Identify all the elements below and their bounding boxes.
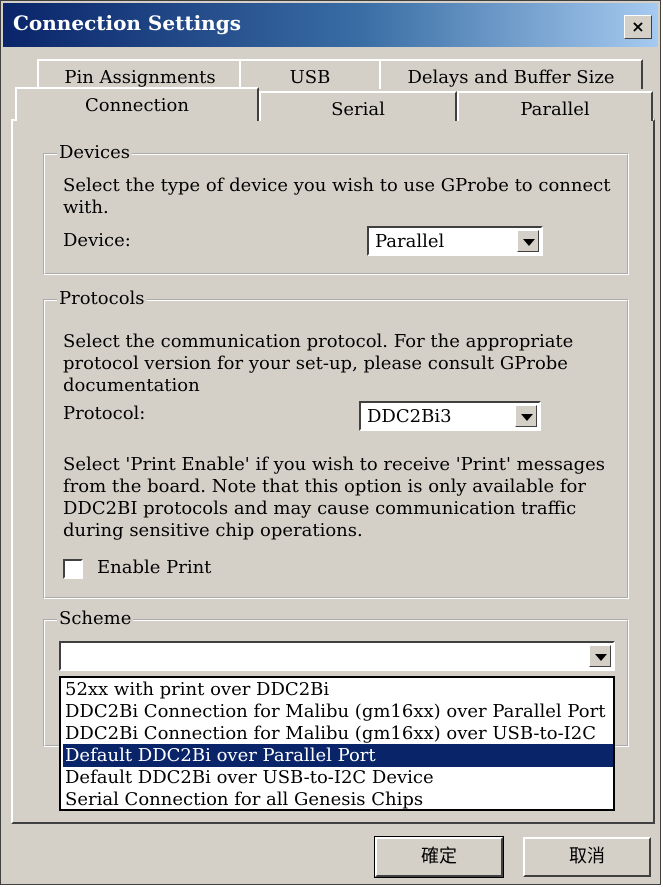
tab-label: Serial	[331, 99, 385, 120]
ok-button[interactable]: 確定	[374, 836, 504, 878]
close-button[interactable]: ×	[624, 15, 652, 39]
title-bar[interactable]: Connection Settings ×	[3, 3, 658, 47]
tab-pin-assignments[interactable]: Pin Assignments	[37, 59, 243, 89]
tab-connection[interactable]: Connection	[15, 87, 259, 121]
window-title: Connection Settings	[13, 11, 241, 35]
scheme-dropdown-list: 52xx with print over DDC2Bi DDC2Bi Conne…	[59, 676, 615, 811]
chevron-down-icon[interactable]	[517, 230, 539, 252]
tab-label: Connection	[85, 95, 189, 116]
chevron-down-icon[interactable]	[515, 405, 537, 427]
tab-label: Pin Assignments	[64, 67, 216, 88]
protocol-select[interactable]: DDC2Bi3	[359, 401, 541, 431]
enable-print-label: Enable Print	[97, 557, 212, 578]
devices-legend: Devices	[57, 142, 132, 163]
tab-delays-buffer[interactable]: Delays and Buffer Size	[379, 59, 643, 89]
tab-serial[interactable]: Serial	[259, 91, 457, 121]
print-note: Select 'Print Enable' if you wish to rec…	[63, 454, 605, 541]
tab-parallel[interactable]: Parallel	[457, 91, 653, 121]
enable-print-checkbox[interactable]	[63, 559, 83, 579]
scheme-option[interactable]: DDC2Bi Connection for Malibu (gm16xx) ov…	[63, 722, 613, 745]
scheme-option-selected[interactable]: Default DDC2Bi over Parallel Port	[63, 744, 613, 767]
protocol-value: DDC2Bi3	[367, 406, 452, 427]
protocol-label: Protocol:	[63, 403, 146, 424]
connection-settings-dialog: Connection Settings × Pin Assignments US…	[0, 0, 661, 885]
device-label: Device:	[63, 230, 131, 251]
tab-label: USB	[289, 67, 331, 88]
protocols-legend: Protocols	[57, 288, 147, 309]
scheme-option[interactable]: Serial Connection for all Genesis Chips	[63, 788, 613, 811]
scheme-option[interactable]: DDC2Bi Connection for Malibu (gm16xx) ov…	[63, 700, 613, 723]
devices-description: Select the type of device you wish to us…	[63, 175, 611, 218]
cancel-button[interactable]: 取消	[523, 837, 651, 877]
tab-label: Delays and Buffer Size	[407, 67, 615, 88]
device-value: Parallel	[375, 231, 445, 252]
chevron-down-icon[interactable]	[589, 645, 611, 667]
protocols-description: Select the communication protocol. For t…	[63, 331, 574, 396]
scheme-select[interactable]	[59, 641, 615, 671]
scheme-option[interactable]: Default DDC2Bi over USB-to-I2C Device	[63, 766, 613, 789]
scheme-option[interactable]: 52xx with print over DDC2Bi	[63, 678, 613, 701]
scheme-legend: Scheme	[57, 608, 134, 629]
tab-label: Parallel	[520, 99, 590, 120]
tab-usb[interactable]: USB	[239, 59, 381, 89]
device-select[interactable]: Parallel	[367, 226, 543, 256]
